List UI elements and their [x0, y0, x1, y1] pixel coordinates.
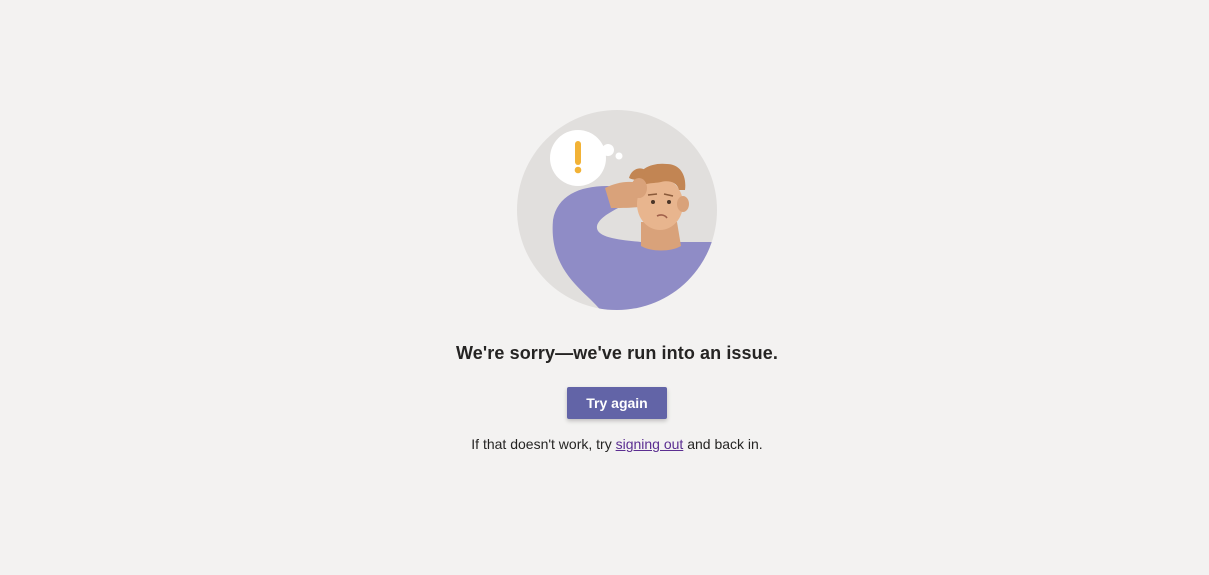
try-again-button[interactable]: Try again: [567, 387, 667, 419]
help-text: If that doesn't work, try signing out an…: [0, 436, 1209, 452]
help-text-suffix: and back in.: [683, 436, 763, 452]
confused-person-illustration: [517, 110, 717, 310]
error-page: We're sorry—we've run into an issue. Try…: [0, 0, 1209, 575]
signing-out-link[interactable]: signing out: [616, 436, 684, 452]
help-text-prefix: If that doesn't work, try: [471, 436, 616, 452]
error-heading: We're sorry—we've run into an issue.: [456, 343, 778, 363]
